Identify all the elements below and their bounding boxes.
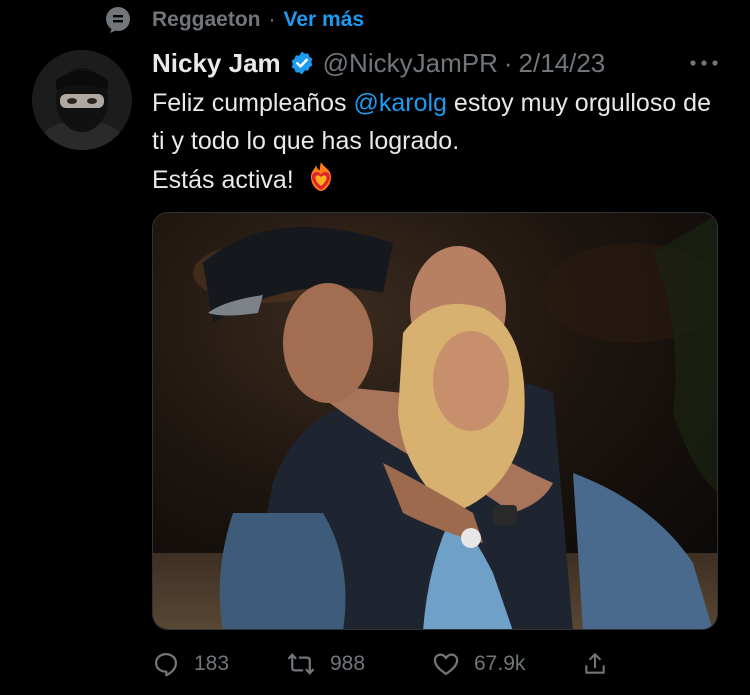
topic-row: Reggaeton · Ver más: [104, 6, 364, 34]
reply-icon: [154, 652, 178, 677]
tweet-date[interactable]: 2/14/23: [519, 48, 606, 79]
author-handle[interactable]: @NickyJamPR: [323, 48, 498, 79]
retweet-count: 988: [330, 652, 366, 675]
share-icon: [585, 653, 605, 674]
header-separator: ·: [503, 47, 513, 78]
share-button[interactable]: [582, 650, 612, 678]
retweet-icon: [287, 653, 315, 675]
tweet-text: Feliz cumpleaños @karolg estoy muy orgul…: [152, 84, 722, 199]
mention-link[interactable]: @karolg: [353, 89, 446, 117]
verified-badge-icon: [289, 50, 315, 76]
avatar-image: [32, 50, 132, 150]
see-more-link[interactable]: Ver más: [284, 8, 365, 32]
tweet-text-part1: Feliz cumpleaños: [152, 89, 354, 117]
topic-icon: [104, 6, 132, 34]
photo-image: [153, 213, 717, 629]
tweet-photo[interactable]: [152, 212, 718, 630]
tweet-actions: 183 988 67.9k: [152, 644, 622, 684]
tweet-header: Nicky Jam @NickyJamPR · 2/14/23: [152, 46, 722, 80]
like-button[interactable]: 67.9k: [432, 650, 582, 678]
tweet-text-part3: Estás activa!: [152, 166, 294, 194]
topic-name[interactable]: Reggaeton: [152, 8, 261, 32]
more-options-icon[interactable]: [686, 50, 722, 76]
like-count: 67.9k: [474, 652, 526, 675]
author-name[interactable]: Nicky Jam: [152, 48, 281, 79]
avatar[interactable]: [32, 50, 132, 150]
reply-button[interactable]: 183: [152, 650, 286, 678]
retweet-button[interactable]: 988: [286, 650, 432, 678]
like-icon: [433, 653, 459, 676]
heart-on-fire-emoji-icon: [304, 160, 338, 194]
reply-count: 183: [194, 652, 230, 675]
topic-separator: ·: [268, 8, 276, 31]
